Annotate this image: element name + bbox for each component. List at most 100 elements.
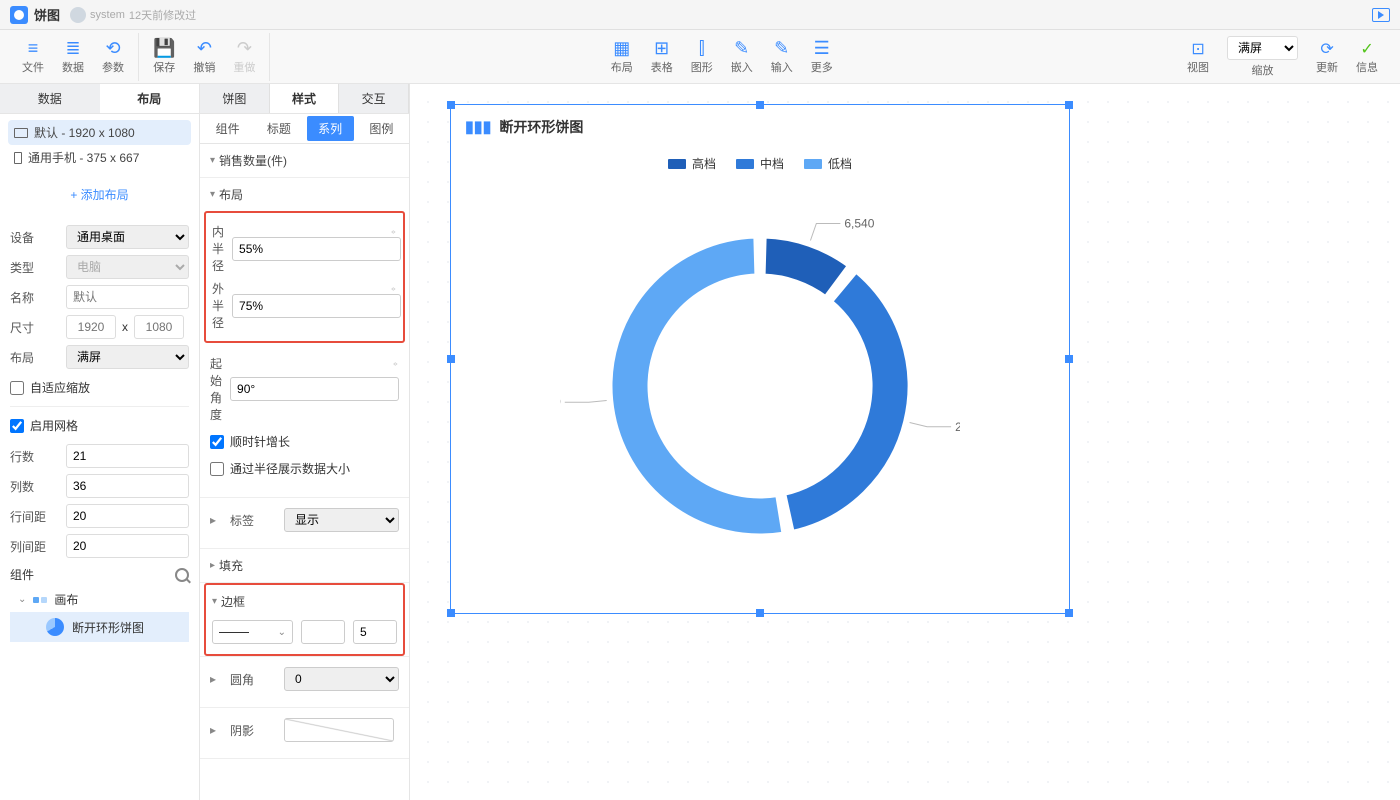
resize-handle[interactable]	[756, 101, 764, 109]
zoom-select[interactable]: 满屏	[1227, 36, 1298, 60]
border-highlight: 边框 ⌄	[204, 583, 405, 656]
device-item-1[interactable]: 通用手机 - 375 x 667	[8, 145, 191, 170]
tool-icon: ↷	[237, 39, 252, 57]
fill-section-head[interactable]: 填充	[200, 549, 409, 582]
tab-pie[interactable]: 饼图	[200, 84, 270, 113]
width-input[interactable]	[66, 315, 116, 339]
border-color-input[interactable]	[301, 620, 345, 644]
tool-icon: ≣	[65, 39, 80, 57]
resize-handle[interactable]	[447, 101, 455, 109]
caret-icon: ▸	[210, 723, 222, 737]
resize-handle[interactable]	[756, 609, 764, 617]
caret-icon: ▸	[210, 513, 222, 527]
check-icon: ✓	[1360, 39, 1373, 59]
radius-highlight: 内半径 外半径	[204, 211, 405, 343]
tab-layout[interactable]: 布局	[100, 84, 200, 113]
resize-handle[interactable]	[447, 355, 455, 363]
tool-insert-4[interactable]: ✎输入	[763, 35, 801, 79]
adaptive-checkbox[interactable]	[10, 381, 24, 395]
tab-interact[interactable]: 交互	[339, 84, 409, 113]
resize-handle[interactable]	[447, 609, 455, 617]
tool-icon: 💾	[153, 39, 175, 57]
chart-widget[interactable]: ▮▮▮ 断开环形饼图 高档 中档 低档 6,54022,38732,629	[450, 104, 1070, 614]
caret-icon: ▸	[210, 672, 222, 686]
zoom-control[interactable]: 满屏 缩放	[1219, 32, 1306, 82]
legend-item-1[interactable]: 中档	[736, 155, 784, 172]
device-select[interactable]: 通用桌面	[66, 225, 189, 249]
legend-item-2[interactable]: 低档	[804, 155, 852, 172]
tool-file-1[interactable]: ≣数据	[54, 35, 92, 79]
tool-icon: ↶	[197, 39, 212, 57]
tool-insert-0[interactable]: ▦布局	[603, 35, 641, 79]
tree-canvas[interactable]: ⌄画布	[10, 587, 189, 612]
subtab-legend[interactable]: 图例	[358, 116, 405, 141]
edit-time: 12天前修改过	[129, 7, 196, 23]
tree-donut-chart[interactable]: 断开环形饼图	[10, 612, 189, 642]
info-button[interactable]: ✓信息	[1348, 35, 1386, 79]
series-name-head[interactable]: 销售数量(件)	[200, 144, 409, 177]
caret-down-icon: ⌄	[278, 627, 286, 638]
border-section-head[interactable]: 边框	[212, 589, 397, 614]
tab-data[interactable]: 数据	[0, 84, 100, 113]
canvas-area[interactable]: ▮▮▮ 断开环形饼图 高档 中档 低档 6,54022,38732,629	[410, 84, 1400, 800]
pie-icon	[46, 618, 64, 636]
subtab-component[interactable]: 组件	[204, 116, 251, 141]
grid-checkbox[interactable]	[10, 419, 24, 433]
caret-down-icon: ⌄	[18, 594, 26, 605]
mobile-icon	[14, 152, 22, 164]
clockwise-checkbox[interactable]	[210, 435, 224, 449]
tool-edit-2[interactable]: ↷重做	[225, 35, 263, 79]
chart-icon: ▮▮▮	[465, 117, 491, 137]
border-width-input[interactable]	[353, 620, 397, 644]
tool-edit-1[interactable]: ↶撤销	[185, 35, 223, 79]
tool-icon: ⫿	[699, 39, 705, 57]
tool-icon: ✎	[734, 39, 749, 57]
shadow-select[interactable]	[284, 718, 394, 742]
col-gap-input[interactable]	[66, 534, 189, 558]
cols-input[interactable]	[66, 474, 189, 498]
resize-handle[interactable]	[1065, 355, 1073, 363]
device-item-0[interactable]: 默认 - 1920 x 1080	[8, 120, 191, 145]
chart-title: 断开环形饼图	[499, 117, 583, 137]
style-panel: 饼图 样式 交互 组件 标题 系列 图例 销售数量(件) 布局 内半径 外半径 …	[200, 84, 410, 800]
border-style-select[interactable]: ⌄	[212, 620, 293, 644]
type-select[interactable]: 电脑	[66, 255, 189, 279]
layout-select[interactable]: 满屏	[66, 345, 189, 369]
donut-chart: 6,54022,38732,629	[560, 176, 960, 576]
height-input[interactable]	[134, 315, 184, 339]
main-toolbar: ≡文件≣数据⟲参数 💾保存↶撤销↷重做 ▦布局⊞表格⫿图形✎嵌入✎输入☰更多 ⊡…	[0, 30, 1400, 84]
add-layout-button[interactable]: + 添加布局	[0, 176, 199, 213]
corner-radius-select[interactable]: 0	[284, 667, 399, 691]
tool-insert-5[interactable]: ☰更多	[803, 35, 841, 79]
layout-section-head[interactable]: 布局	[200, 178, 409, 211]
row-gap-input[interactable]	[66, 504, 189, 528]
line-icon	[219, 632, 249, 633]
rows-input[interactable]	[66, 444, 189, 468]
legend-item-0[interactable]: 高档	[668, 155, 716, 172]
subtab-title[interactable]: 标题	[255, 116, 302, 141]
preview-button[interactable]	[1372, 8, 1390, 22]
outer-radius-input[interactable]	[232, 294, 401, 318]
tool-insert-3[interactable]: ✎嵌入	[723, 35, 761, 79]
canvas-icon	[32, 596, 48, 604]
tool-edit-0[interactable]: 💾保存	[145, 35, 183, 79]
tab-style[interactable]: 样式	[270, 84, 340, 113]
legend-swatch	[668, 159, 686, 169]
inner-radius-input[interactable]	[232, 237, 401, 261]
tool-insert-2[interactable]: ⫿图形	[683, 35, 721, 79]
radius-size-checkbox[interactable]	[210, 462, 224, 476]
resize-handle[interactable]	[1065, 101, 1073, 109]
user-icon	[70, 7, 86, 23]
tool-insert-1[interactable]: ⊞表格	[643, 35, 681, 79]
resize-handle[interactable]	[1065, 609, 1073, 617]
refresh-button[interactable]: ⟳更新	[1308, 35, 1346, 79]
tool-icon: ☰	[814, 39, 830, 57]
tool-file-0[interactable]: ≡文件	[14, 35, 52, 79]
start-angle-input[interactable]	[230, 377, 399, 401]
search-icon[interactable]	[175, 568, 189, 582]
label-select[interactable]: 显示	[284, 508, 399, 532]
subtab-series[interactable]: 系列	[307, 116, 354, 141]
tool-file-2[interactable]: ⟲参数	[94, 35, 132, 79]
view-button[interactable]: ⊡视图	[1179, 35, 1217, 79]
name-input[interactable]	[66, 285, 189, 309]
